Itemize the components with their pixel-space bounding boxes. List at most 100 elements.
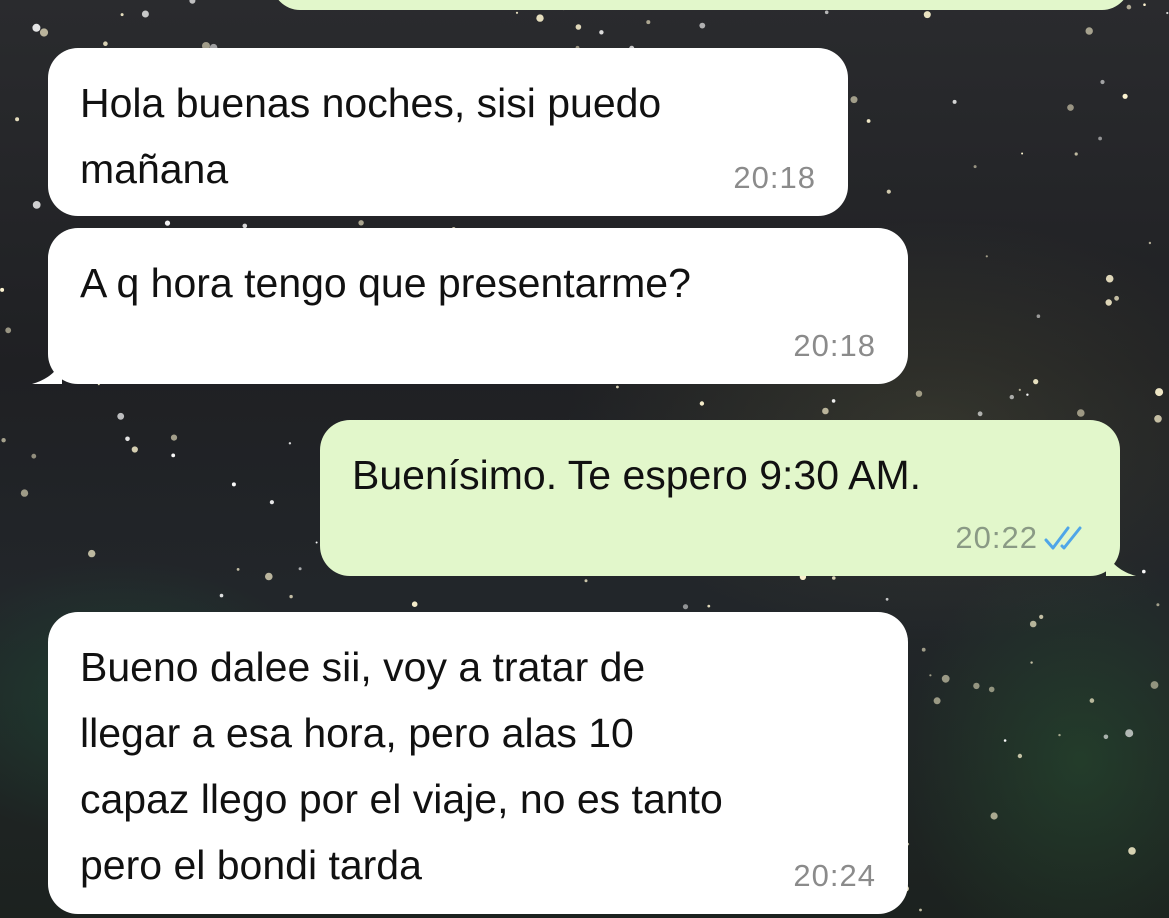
wallpaper-light xyxy=(1148,241,1152,245)
wallpaper-light xyxy=(120,13,124,17)
wallpaper-light xyxy=(141,10,149,18)
wallpaper-light xyxy=(1036,314,1041,319)
wallpaper-light xyxy=(1122,93,1128,99)
wallpaper-light xyxy=(231,482,236,487)
wallpaper-light xyxy=(236,568,240,571)
outgoing-message-bubble[interactable]: Buenísimo. Te espero 9:30 AM. 20:22 xyxy=(320,420,1136,576)
wallpaper-light xyxy=(1150,681,1159,689)
wallpaper-light xyxy=(1077,409,1085,417)
wallpaper-light xyxy=(1030,661,1033,664)
wallpaper-light xyxy=(1154,415,1162,423)
wallpaper-light xyxy=(411,601,418,607)
wallpaper-light xyxy=(1105,274,1114,283)
incoming-message-bubble[interactable]: A q hora tengo que presentarme? 20:18 xyxy=(32,228,908,384)
wallpaper-light xyxy=(288,442,292,445)
wallpaper-light xyxy=(315,541,318,544)
wallpaper-light xyxy=(915,390,923,397)
wallpaper-light xyxy=(1155,388,1164,397)
wallpaper-light xyxy=(170,434,178,441)
wallpaper-light xyxy=(32,23,41,32)
wallpaper-light xyxy=(824,10,829,15)
wallpaper-light xyxy=(117,412,125,420)
wallpaper-light xyxy=(515,11,519,14)
wallpaper-light xyxy=(1128,847,1136,855)
wallpaper-light xyxy=(707,604,711,608)
wallpaper-light xyxy=(131,446,138,453)
wallpaper-light xyxy=(31,453,37,459)
wallpaper-light xyxy=(952,99,957,104)
wallpaper-light xyxy=(929,674,932,677)
wallpaper-light xyxy=(1125,729,1134,738)
wallpaper-light xyxy=(289,594,293,599)
wallpaper-light xyxy=(103,41,108,46)
wallpaper-light xyxy=(164,220,171,226)
message-text: Buenísimo. Te espero 9:30 AM. xyxy=(352,452,922,498)
wallpaper-light xyxy=(189,0,196,4)
wallpaper-light xyxy=(269,500,274,505)
wallpaper-light xyxy=(32,201,41,209)
incoming-message-bubble[interactable]: Bueno dalee sii, voy a tratar de llegar … xyxy=(48,612,908,914)
wallpaper-light xyxy=(831,399,836,403)
wallpaper-light xyxy=(1026,393,1029,396)
wallpaper-light xyxy=(1039,614,1044,620)
wallpaper-light xyxy=(1021,152,1024,155)
wallpaper-light xyxy=(1058,733,1061,737)
previous-message-bubble-edge xyxy=(272,0,1130,10)
wallpaper-light xyxy=(822,407,829,415)
wallpaper-light xyxy=(1017,753,1023,759)
wallpaper-light xyxy=(1166,11,1169,15)
wallpaper-light xyxy=(1142,569,1146,574)
wallpaper-light xyxy=(1105,299,1112,306)
wallpaper-light xyxy=(5,327,12,334)
wallpaper-light xyxy=(885,597,889,601)
wallpaper-light xyxy=(599,30,604,35)
double-check-read-icon xyxy=(1044,526,1082,550)
wallpaper-light xyxy=(1033,379,1039,385)
wallpaper-light xyxy=(1103,734,1109,740)
wallpaper-light xyxy=(699,401,705,406)
wallpaper-light xyxy=(977,411,983,417)
wallpaper-light xyxy=(923,11,931,19)
wallpaper-light xyxy=(1143,3,1146,6)
wallpaper-light xyxy=(646,20,651,25)
wallpaper-light xyxy=(584,579,588,583)
wallpaper-light xyxy=(1100,79,1105,85)
wallpaper-light xyxy=(616,385,619,389)
wallpaper-light xyxy=(973,682,980,690)
wallpaper-light xyxy=(988,686,995,693)
wallpaper-light xyxy=(1,438,6,443)
message-timestamp: 20:18 xyxy=(733,160,816,195)
wallpaper-light xyxy=(866,119,871,123)
wallpaper-light xyxy=(850,96,858,104)
message-text: Bueno dalee sii, voy a tratar de llegar … xyxy=(80,644,723,888)
wallpaper-light xyxy=(219,593,224,598)
wallpaper-light xyxy=(699,22,706,29)
wallpaper-light xyxy=(933,697,941,705)
wallpaper-light xyxy=(985,255,988,258)
wallpaper-light xyxy=(941,674,950,683)
wallpaper-light xyxy=(39,28,49,37)
wallpaper-light xyxy=(1003,739,1007,742)
wallpaper-light xyxy=(682,604,689,610)
wallpaper-light xyxy=(1009,394,1014,400)
wallpaper-light xyxy=(1089,698,1095,703)
message-timestamp: 20:24 xyxy=(793,858,876,893)
message-timestamp: 20:22 xyxy=(955,520,1038,555)
incoming-message-bubble[interactable]: Hola buenas noches, sisi puedo mañana 20… xyxy=(48,48,848,216)
wallpaper-light xyxy=(921,647,926,652)
bubble-tail xyxy=(1106,550,1136,576)
wallpaper-light xyxy=(1114,295,1119,301)
wallpaper-light xyxy=(1126,4,1132,10)
wallpaper-light xyxy=(973,165,977,169)
wallpaper-light xyxy=(1074,152,1078,156)
wallpaper-light xyxy=(1018,388,1021,391)
wallpaper-light xyxy=(575,24,582,30)
wallpaper-light xyxy=(265,572,273,581)
wallpaper-light xyxy=(298,567,302,571)
wallpaper-light xyxy=(125,436,130,442)
wallpaper-light xyxy=(1156,603,1160,607)
wallpaper-light xyxy=(536,14,544,22)
wallpaper-light xyxy=(20,489,29,497)
message-text: Hola buenas noches, sisi puedo mañana xyxy=(80,80,662,192)
wallpaper-light xyxy=(0,287,5,292)
